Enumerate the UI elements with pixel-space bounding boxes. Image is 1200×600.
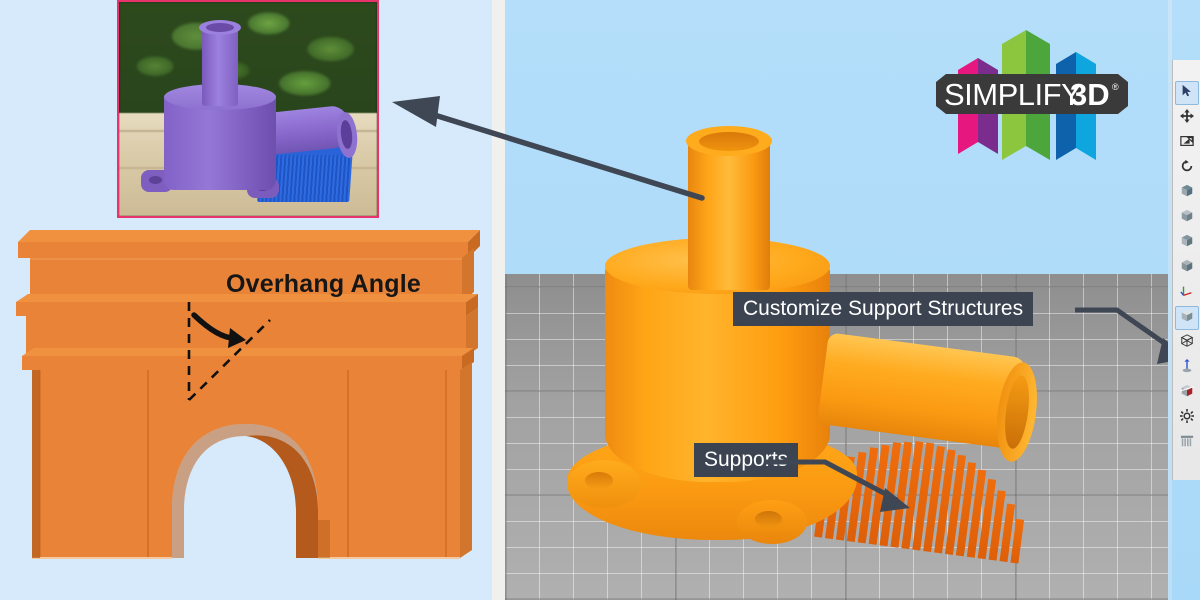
- simplify3d-logo-svg: SIMPLIFY 3D ®: [936, 30, 1128, 160]
- printed-part-photo: [117, 0, 379, 218]
- cube-solid-icon: [1180, 309, 1194, 328]
- screen-capture-icon: [1179, 134, 1194, 153]
- right-tool-strip[interactable]: [1172, 60, 1200, 480]
- cross-section-icon: [1179, 384, 1194, 403]
- cursor-arrow-icon: [1180, 84, 1194, 103]
- rotate-arrow-icon: [1180, 159, 1194, 178]
- toolbar-item-wireframe-view[interactable]: [1175, 331, 1199, 355]
- toolbar-item-view-front[interactable]: [1175, 181, 1199, 205]
- left-infographic-panel: Overhang Angle: [0, 0, 492, 600]
- model-mount-ear-left[interactable]: [567, 460, 641, 508]
- toolbar-item-cross-section[interactable]: [1175, 381, 1199, 405]
- cube-top-icon: [1180, 234, 1194, 253]
- model-neck-hole[interactable]: [699, 132, 759, 151]
- toolbar-item-origin-marker[interactable]: [1175, 356, 1199, 380]
- 3d-build-viewport[interactable]: SIMPLIFY 3D ® Customize Support Structur…: [505, 0, 1200, 600]
- model-mount-ear-right[interactable]: [737, 500, 807, 544]
- overhang-angle-label: Overhang Angle: [226, 270, 421, 298]
- gear-icon: [1179, 408, 1194, 428]
- pin-axis-icon: [1180, 358, 1194, 378]
- axes-icon: [1179, 284, 1194, 303]
- cube-front-icon: [1180, 184, 1194, 203]
- toolbar-item-view-side[interactable]: [1175, 206, 1199, 230]
- toolbar-item-rotate-tool[interactable]: [1175, 156, 1199, 180]
- panel-divider: [492, 0, 505, 600]
- cube-wireframe-icon: [1180, 333, 1194, 353]
- toolbar-item-select-tool[interactable]: [1174, 81, 1199, 105]
- toolbar-item-remove-supports[interactable]: [1175, 431, 1199, 455]
- toolbar-item-view-iso[interactable]: [1175, 256, 1199, 280]
- cube-iso-icon: [1180, 259, 1194, 278]
- toolbar-item-view-top[interactable]: [1175, 231, 1199, 255]
- callout-supports[interactable]: Supports: [694, 443, 799, 477]
- photo-part-neck: [202, 26, 238, 106]
- support-fin[interactable]: [1010, 518, 1025, 564]
- simplify3d-logo: SIMPLIFY 3D ®: [930, 20, 1140, 160]
- logo-text-main: SIMPLIFY: [944, 77, 1081, 112]
- screenshot-root: Overhang Angle SIMPLIFY 3D ® Customize S…: [0, 0, 1200, 600]
- move-arrows-icon: [1179, 108, 1194, 128]
- cube-side-icon: [1180, 209, 1194, 228]
- photo-part-neck-hole: [206, 23, 234, 32]
- logo-registered-mark: ®: [1112, 82, 1119, 92]
- toolbar-item-pan-tool[interactable]: [1175, 106, 1199, 130]
- logo-text-accent: 3D: [1070, 77, 1110, 112]
- supports-icon: [1180, 434, 1194, 453]
- toolbar-item-solid-model-view[interactable]: [1174, 306, 1199, 330]
- toolbar-item-settings[interactable]: [1175, 406, 1199, 430]
- callout-customize-support-structures[interactable]: Customize Support Structures: [733, 292, 1034, 326]
- toolbar-item-show-axes[interactable]: [1175, 281, 1199, 305]
- overhang-arch-model: Overhang Angle: [0, 220, 492, 600]
- toolbar-item-screenshot-tool[interactable]: [1175, 131, 1199, 155]
- model-neck-tube[interactable]: [688, 140, 770, 290]
